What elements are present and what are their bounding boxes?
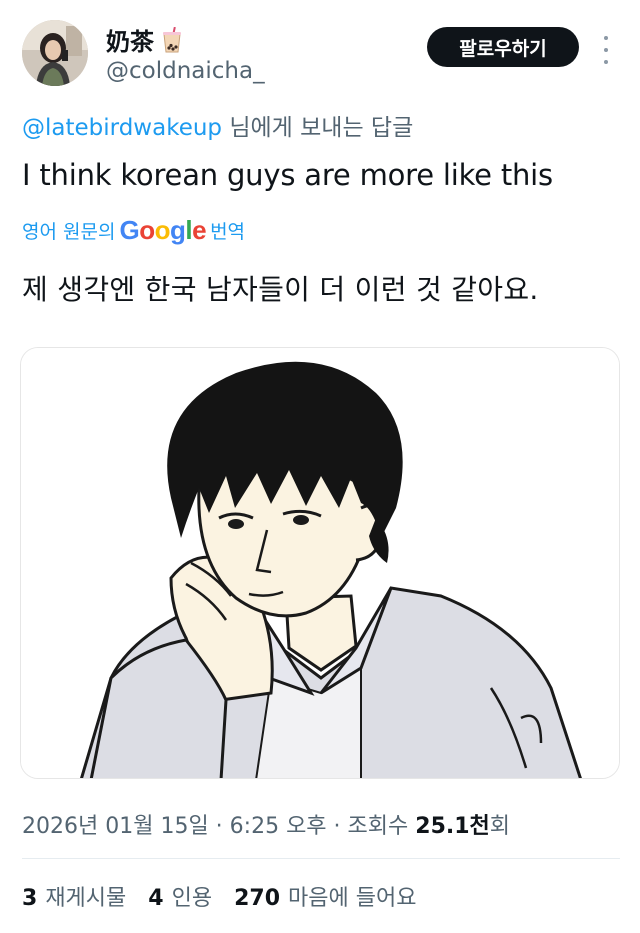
reply-suffix: 님에게 보내는 답글 — [222, 115, 414, 141]
follow-button[interactable]: 팔로우하기 — [427, 27, 579, 67]
display-name-row[interactable]: 奶茶 — [106, 22, 182, 57]
profile-photo — [22, 20, 88, 86]
bubble-tea-icon — [163, 26, 181, 52]
author-handle[interactable]: @coldnaicha_ — [106, 58, 265, 84]
engagement-stats: 3 재게시물 4 인용 270 마음에 들어요 — [22, 880, 416, 912]
media-image[interactable] — [20, 347, 620, 779]
likes-stat[interactable]: 270 마음에 들어요 — [234, 880, 416, 912]
retweets-stat[interactable]: 3 재게시물 — [22, 880, 126, 912]
meta-separator: · — [208, 814, 230, 839]
quotes-stat[interactable]: 4 인용 — [148, 880, 212, 912]
display-name[interactable]: 奶茶 — [106, 22, 154, 57]
translate-prefix: 영어 원문의 — [22, 221, 116, 243]
views-count: 25.1천 — [415, 814, 490, 839]
translate-suffix: 번역 — [210, 221, 246, 243]
tweet-detail: 奶茶 @coldnaicha_ 팔로우하기 @latebirdwakeup 님에… — [0, 0, 640, 933]
tweet-text: I think korean guys are more like this — [22, 158, 553, 192]
translate-attribution[interactable]: 영어 원문의 Google 번역 — [22, 215, 245, 246]
divider — [22, 858, 620, 859]
meta-separator: · — [326, 814, 348, 839]
tweet-meta: 2026년 01월 15일 · 6:25 오후 · 조회수 25.1천회 — [22, 808, 510, 840]
avatar[interactable] — [22, 20, 88, 86]
tweet-date[interactable]: 2026년 01월 15일 — [22, 814, 209, 839]
google-logo: Google — [119, 215, 207, 245]
views-label: 조회수 — [347, 814, 416, 839]
more-vertical-icon[interactable] — [596, 36, 616, 64]
views-suffix: 회 — [489, 814, 511, 839]
reply-to-handle[interactable]: @latebirdwakeup — [22, 115, 222, 141]
translated-text: 제 생각엔 한국 남자들이 더 이런 것 같아요. — [22, 273, 539, 306]
cartoon-man-illustration — [21, 348, 619, 778]
reply-context: @latebirdwakeup 님에게 보내는 답글 — [22, 108, 413, 142]
tweet-time[interactable]: 6:25 오후 — [230, 814, 327, 839]
